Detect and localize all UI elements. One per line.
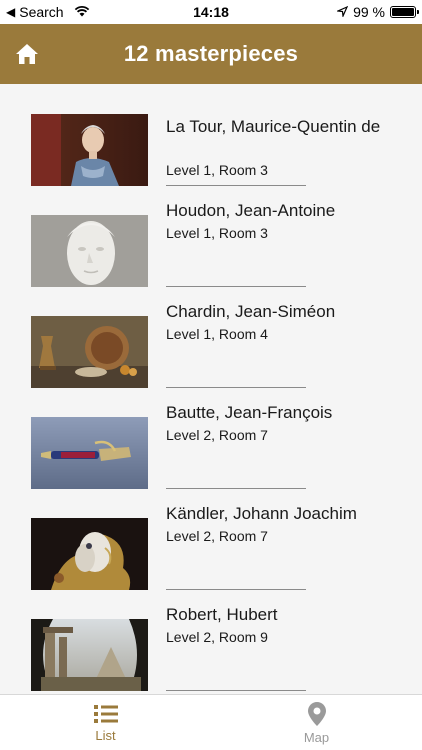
list-item[interactable]: Houdon, Jean-Antoine Level 1, Room 3	[0, 185, 422, 287]
home-icon	[16, 44, 38, 64]
artist-name: La Tour, Maurice-Quentin de	[166, 117, 381, 136]
list-item[interactable]: La Tour, Maurice-Quentin de Level 1, Roo…	[0, 84, 422, 186]
artwork-location: Level 2, Room 9	[166, 629, 268, 645]
artwork-location: Level 2, Room 7	[166, 528, 268, 544]
artwork-location: Level 1, Room 3	[166, 225, 268, 241]
masterpiece-list[interactable]: La Tour, Maurice-Quentin de Level 1, Roo…	[0, 84, 422, 694]
artist-name: Bautte, Jean-François	[166, 403, 333, 422]
artwork-location: Level 2, Room 7	[166, 427, 268, 443]
artwork-thumbnail	[31, 518, 148, 590]
artwork-thumbnail	[31, 215, 148, 287]
battery-fill	[392, 8, 414, 16]
artwork-thumbnail	[31, 114, 148, 186]
tab-bar: List Map	[0, 694, 422, 750]
map-pin-icon	[307, 701, 326, 726]
header-bar: 12 masterpieces	[0, 24, 422, 84]
list-item[interactable]: Robert, Hubert Level 2, Room 9	[0, 589, 422, 691]
tab-map[interactable]: Map	[211, 695, 422, 750]
artist-name: Robert, Hubert	[166, 605, 278, 624]
artwork-thumbnail	[31, 417, 148, 489]
list-item[interactable]: Kändler, Johann Joachim Level 2, Room 7	[0, 488, 422, 590]
tab-map-label: Map	[303, 729, 330, 745]
artwork-location: Level 1, Room 4	[166, 326, 268, 342]
item-divider	[166, 690, 306, 691]
status-bar: ◀ Search 14:18 99 %	[0, 0, 422, 24]
artist-name: Chardin, Jean-Siméon	[166, 302, 336, 321]
artwork-location: Level 1, Room 3	[166, 162, 268, 178]
page-title: 12 masterpieces	[123, 41, 299, 66]
list-item[interactable]: Bautte, Jean-François Level 2, Room 7	[0, 387, 422, 489]
artwork-thumbnail	[31, 316, 148, 388]
tab-list-label: List	[95, 727, 116, 743]
tab-list[interactable]: List	[0, 695, 211, 750]
home-button[interactable]	[12, 39, 42, 69]
status-right: 99 %	[335, 4, 419, 20]
list-item[interactable]: Chardin, Jean-Siméon Level 1, Room 4	[0, 286, 422, 388]
location-arrow-icon	[335, 4, 349, 20]
list-icon	[93, 704, 118, 723]
battery-icon	[390, 6, 419, 18]
artist-name: Kändler, Johann Joachim	[166, 504, 357, 523]
artist-name: Houdon, Jean-Antoine	[166, 201, 336, 220]
battery-percent: 99 %	[353, 4, 385, 20]
artwork-thumbnail	[31, 619, 148, 691]
